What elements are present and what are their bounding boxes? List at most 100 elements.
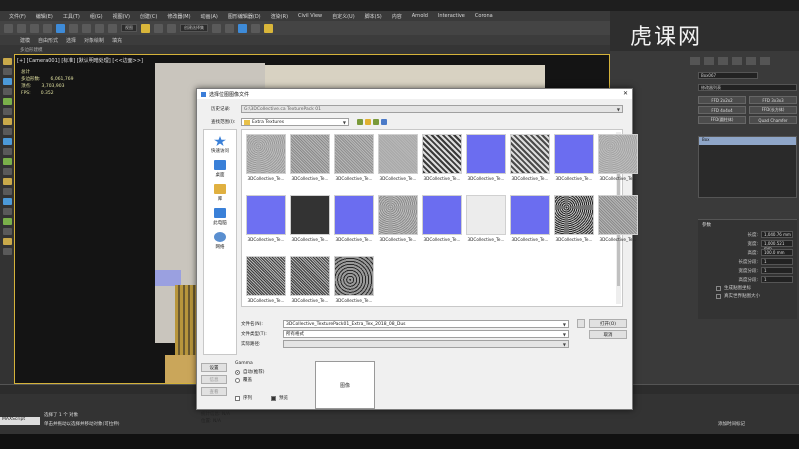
menu-item[interactable]: 视图(V) (108, 13, 135, 20)
up-folder-icon[interactable] (365, 119, 371, 125)
close-icon[interactable]: ✕ (623, 90, 628, 97)
menu-item[interactable]: 渲染(R) (266, 13, 293, 20)
modifier-button[interactable]: Quad Chamfer (749, 116, 797, 124)
tool-icon[interactable] (2, 158, 12, 165)
cancel-button[interactable]: 取消 (589, 330, 627, 339)
radio-icon[interactable] (235, 377, 240, 383)
file-item[interactable]: 3DCollective_Te... (246, 134, 286, 181)
view-dropdown[interactable]: 视图 (121, 24, 137, 32)
place-desktop[interactable]: 桌面 (204, 160, 236, 178)
menu-item[interactable]: 组(G) (85, 13, 108, 20)
chevron-down-icon[interactable]: ▼ (343, 120, 346, 125)
info-button[interactable]: 信息 (201, 375, 227, 384)
select-by-name-icon[interactable] (69, 23, 78, 33)
sequence-checkbox[interactable]: 序列 预览 (235, 395, 288, 401)
file-thumbnail[interactable] (334, 195, 374, 235)
tool-icon[interactable] (2, 248, 12, 255)
tool-icon[interactable] (2, 238, 12, 245)
file-thumbnail[interactable] (554, 134, 594, 174)
view-button[interactable]: 查看 (201, 387, 227, 396)
gamma-auto-radio[interactable]: 自动(推荐) (235, 369, 288, 375)
preview-image[interactable]: 图像 (315, 361, 375, 409)
file-item[interactable]: 3DCollective_Te... (466, 134, 506, 181)
menu-item[interactable]: Corona (470, 13, 498, 19)
tool-icon[interactable] (2, 218, 12, 225)
ribbon-tab[interactable]: 选择 (66, 37, 76, 44)
unlink-icon[interactable] (43, 23, 52, 33)
modifier-button[interactable]: FFD 4x4x4 (698, 106, 746, 114)
selection-set-dropdown[interactable]: 创建选择集 (180, 24, 208, 32)
file-thumbnail[interactable] (246, 256, 286, 296)
file-thumbnail[interactable] (422, 195, 462, 235)
file-item[interactable]: 3DCollective_Te... (246, 195, 286, 242)
param-input[interactable]: 100.0 mm (761, 249, 793, 256)
file-thumbnail[interactable] (246, 134, 286, 174)
rollout-header[interactable]: 参数 (698, 220, 797, 230)
file-thumbnail[interactable] (510, 134, 550, 174)
menu-item[interactable]: 动画(A) (196, 13, 223, 20)
file-item[interactable]: 3DCollective_Te... (290, 195, 330, 242)
checkbox-icon[interactable] (716, 293, 721, 299)
file-item[interactable]: 3DCollective_Te... (290, 256, 330, 303)
chevron-down-icon[interactable]: ▼ (563, 342, 566, 347)
file-thumbnail[interactable] (378, 195, 418, 235)
chevron-down-icon[interactable]: ▼ (563, 322, 566, 327)
radio-icon[interactable] (235, 369, 240, 375)
file-item[interactable]: 3DCollective_Te... (510, 134, 550, 181)
file-thumbnail[interactable] (510, 195, 550, 235)
history-dropdown[interactable]: G:\3DCollective.ca TexturePack 01 ▼ (241, 105, 623, 113)
tool-icon[interactable] (2, 148, 12, 155)
angle-snap-icon[interactable] (154, 23, 163, 33)
tool-icon[interactable] (2, 58, 12, 65)
file-thumbnail[interactable] (290, 256, 330, 296)
add-time-tag[interactable]: 添加时间标记 (718, 421, 745, 427)
menu-item[interactable]: 修改器(M) (162, 13, 195, 20)
modifier-button[interactable]: FFD(圆柱体) (698, 116, 746, 124)
back-icon[interactable] (357, 119, 363, 125)
file-item[interactable]: 3DCollective_Te... (334, 195, 374, 242)
tool-icon[interactable] (2, 88, 12, 95)
file-item[interactable]: 3DCollective_Te... (378, 134, 418, 181)
file-thumbnail[interactable] (246, 195, 286, 235)
file-thumbnail[interactable] (554, 195, 594, 235)
create-tab-icon[interactable] (690, 57, 700, 65)
ribbon-tab[interactable]: 填充 (112, 37, 122, 44)
file-item[interactable]: 3DCollective_Te... (510, 195, 550, 242)
checkbox-icon[interactable] (716, 285, 721, 291)
ribbon-tab[interactable]: 对象绘制 (84, 37, 104, 44)
menu-item[interactable]: 创建(C) (135, 13, 162, 20)
render-setup-icon[interactable] (251, 23, 260, 33)
undo-icon[interactable] (4, 23, 13, 33)
tool-icon[interactable] (2, 188, 12, 195)
viewport-label[interactable]: [+] [Camera001] [标准] [默认明暗处理] [<<边面>>] (17, 57, 143, 64)
checkbox-icon[interactable] (271, 395, 276, 401)
align-icon[interactable] (225, 23, 234, 33)
file-item[interactable]: 3DCollective_Te... (466, 195, 506, 242)
modifier-list-dropdown[interactable]: 修改器列表 (698, 84, 797, 91)
device-path[interactable]: ▼ (283, 340, 569, 348)
place-quick-access[interactable]: 快速访问 (204, 136, 236, 154)
chevron-down-icon[interactable]: ▼ (617, 107, 620, 112)
open-button[interactable]: 打开(O) (589, 319, 627, 328)
display-tab-icon[interactable] (746, 57, 756, 65)
modifier-stack[interactable]: Box (698, 136, 797, 198)
lookin-dropdown[interactable]: Extra Textures ▼ (241, 118, 349, 126)
place-libraries[interactable]: 库 (204, 184, 236, 202)
filetype-dropdown[interactable]: 所有格式 ▼ (283, 330, 569, 338)
filename-input[interactable]: 3DCollective_TexturePack01_Extra_Tex_201… (283, 320, 569, 328)
menu-item[interactable]: 脚本(S) (360, 13, 387, 20)
tool-icon[interactable] (2, 228, 12, 235)
file-thumbnail[interactable] (466, 134, 506, 174)
file-item[interactable]: 3DCollective_Te... (554, 134, 594, 181)
place-this-pc[interactable]: 此电脑 (204, 208, 236, 226)
stack-item[interactable]: Box (699, 137, 796, 145)
utilities-tab-icon[interactable] (760, 57, 770, 65)
tool-icon[interactable] (2, 108, 12, 115)
file-item[interactable]: 3DCollective_Te... (554, 195, 594, 242)
link-icon[interactable] (30, 23, 39, 33)
file-item[interactable]: 3DCollective_Te... (598, 195, 638, 242)
file-item[interactable]: 3DCollective_Te... (378, 195, 418, 242)
modifier-button[interactable]: FFD 3x3x3 (749, 96, 797, 104)
material-editor-icon[interactable] (238, 23, 247, 33)
file-item[interactable]: 3DCollective_Te... (422, 195, 462, 242)
